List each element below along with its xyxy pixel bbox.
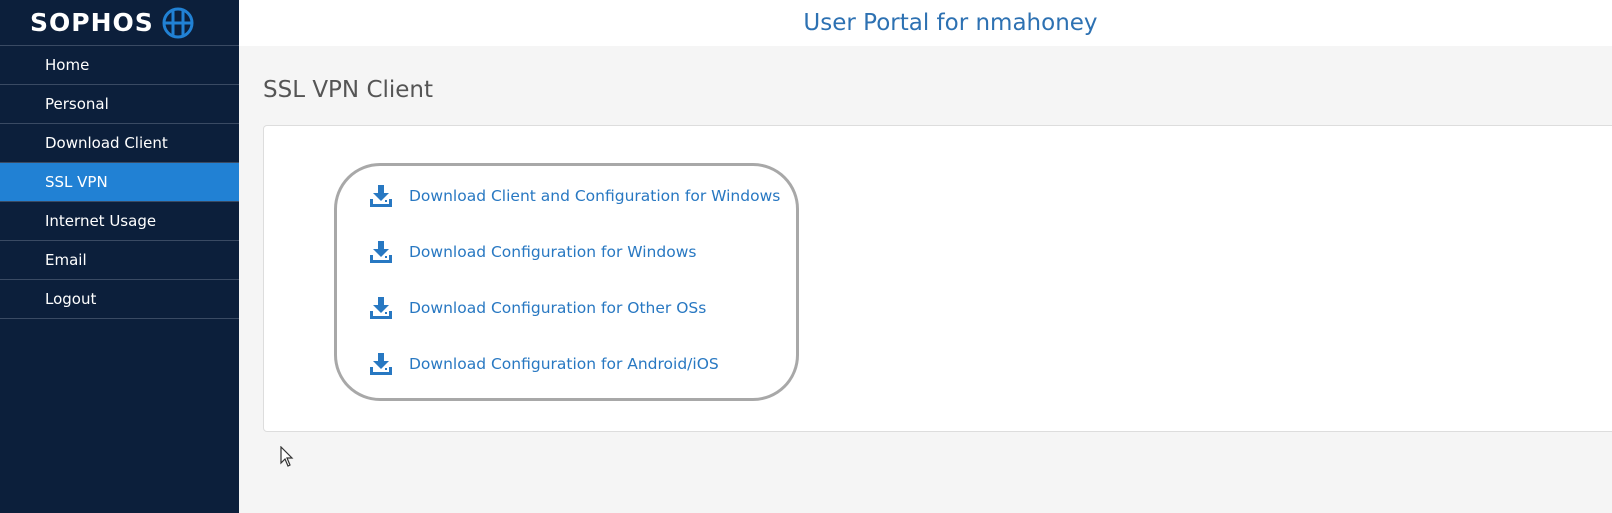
sidebar-item-ssl-vpn[interactable]: SSL VPN xyxy=(0,163,239,202)
download-tray-icon xyxy=(370,353,392,375)
sidebar-item-download-client[interactable]: Download Client xyxy=(0,124,239,163)
sidebar-item-logout[interactable]: Logout xyxy=(0,280,239,319)
sidebar-item-email[interactable]: Email xyxy=(0,241,239,280)
download-client-config-windows-link[interactable]: Download Client and Configuration for Wi… xyxy=(369,184,780,208)
download-config-android-ios-link[interactable]: Download Configuration for Android/iOS xyxy=(369,352,719,376)
download-link-label: Download Configuration for Other OSs xyxy=(409,299,707,317)
download-link-label: Download Configuration for Android/iOS xyxy=(409,355,719,373)
brand-name: SOPHOS xyxy=(30,8,154,37)
sophos-logo[interactable]: SOPHOS xyxy=(0,0,239,46)
download-tray-icon xyxy=(370,185,392,207)
download-config-other-os-link[interactable]: Download Configuration for Other OSs xyxy=(369,296,706,320)
download-tray-icon xyxy=(370,241,392,263)
page-title: SSL VPN Client xyxy=(263,77,434,103)
header-bar: User Portal for nmahoney xyxy=(239,0,1612,46)
sidebar-item-personal[interactable]: Personal xyxy=(0,85,239,124)
download-link-label: Download Configuration for Windows xyxy=(409,243,697,261)
mouse-pointer-icon xyxy=(280,446,294,467)
portal-title: User Portal for nmahoney xyxy=(803,10,1098,36)
sidebar-item-internet-usage[interactable]: Internet Usage xyxy=(0,202,239,241)
globe-grid-icon xyxy=(162,7,194,38)
sidebar: SOPHOS Home Personal Download Client SSL… xyxy=(0,0,239,513)
download-config-windows-link[interactable]: Download Configuration for Windows xyxy=(369,240,696,264)
download-link-label: Download Client and Configuration for Wi… xyxy=(409,187,781,205)
sidebar-item-home[interactable]: Home xyxy=(0,46,239,85)
download-tray-icon xyxy=(370,297,392,319)
